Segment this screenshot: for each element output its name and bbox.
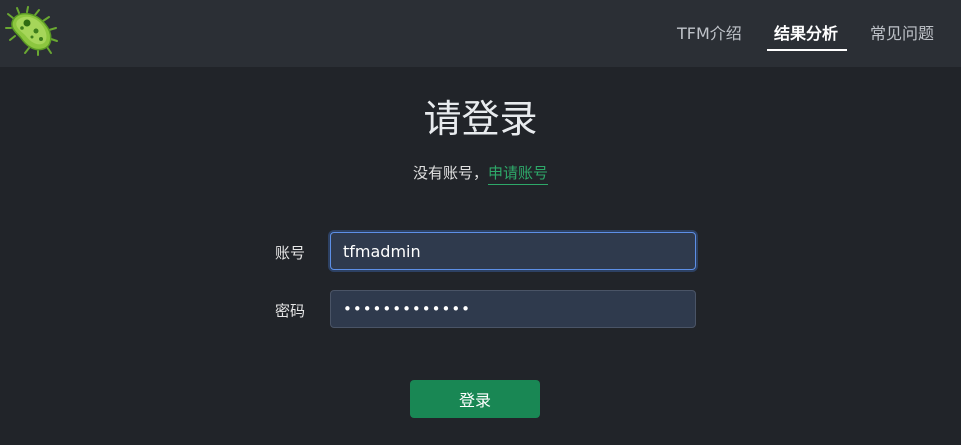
nav-item-tfm-intro[interactable]: TFM介绍 <box>677 20 742 44</box>
password-input[interactable] <box>330 290 696 328</box>
navbar: TFM介绍 结果分析 常见问题 <box>0 0 961 67</box>
login-button[interactable]: 登录 <box>410 380 540 418</box>
register-prompt: 没有账号，申请账号 <box>0 162 961 185</box>
active-nav-underline <box>767 49 847 51</box>
register-link[interactable]: 申请账号 <box>488 164 549 185</box>
bacteria-logo-icon[interactable] <box>5 6 59 56</box>
account-label: 账号 <box>275 244 306 262</box>
page-title: 请登录 <box>423 97 538 141</box>
no-account-text: 没有账号， <box>412 164 488 182</box>
account-input[interactable] <box>330 232 696 270</box>
password-label: 密码 <box>275 302 306 320</box>
nav-item-results[interactable]: 结果分析 <box>774 20 838 44</box>
nav-item-faq[interactable]: 常见问题 <box>870 20 934 44</box>
